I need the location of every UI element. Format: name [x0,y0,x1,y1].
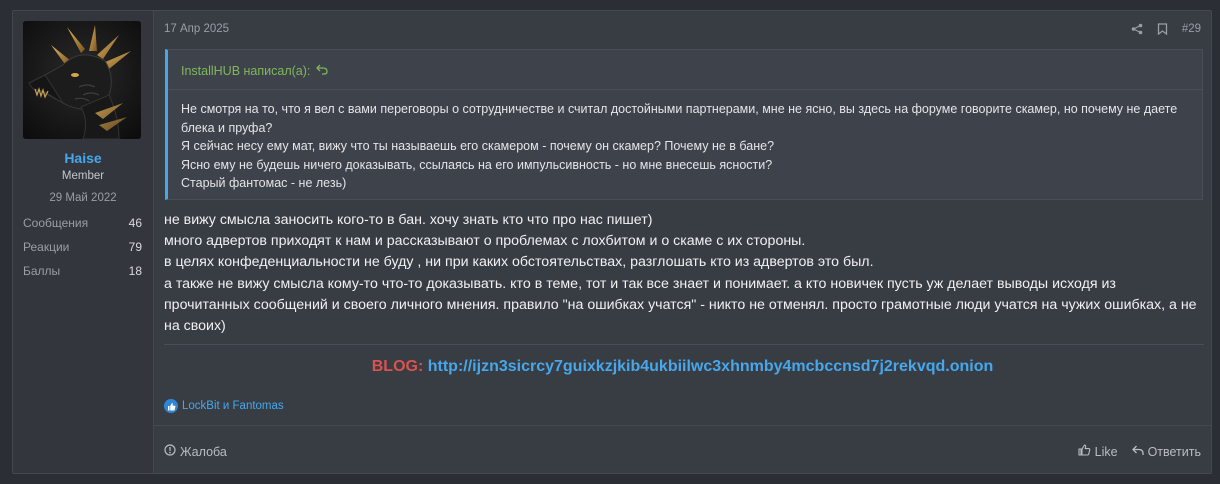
stat-label: Сообщения [23,216,89,230]
bookmark-icon[interactable] [1157,23,1168,35]
post-number[interactable]: #29 [1182,23,1201,35]
reply-button[interactable]: Ответить [1131,444,1201,459]
quote-line: Ясно ему не будешь ничего доказывать, сс… [181,157,773,172]
share-icon[interactable] [1131,23,1143,35]
like-label: Like [1094,444,1118,459]
message-body: не вижу смысла заносить кого-то в бан. х… [164,210,1204,337]
join-date: 29 Май 2022 [49,192,117,204]
reactions-bar[interactable]: LockBit и Fantomas [164,399,284,413]
quote-body: Не смотря на то, что я вел с вами перего… [181,100,1191,193]
stat-value: 46 [128,216,142,230]
avatar[interactable] [23,21,141,139]
post-date[interactable]: 17 Апр 2025 [164,23,229,35]
stat-label: Реакции [23,240,70,254]
quote-line: Я сейчас несу ему мат, вижу что ты назыв… [181,139,775,153]
report-icon [164,444,176,459]
user-info-panel: Haise Member 29 Май 2022 Сообщения 46 Ре… [13,11,154,473]
message-line: а также не вижу смысла кому-то что-то до… [164,275,1201,335]
report-label: Жалоба [180,444,227,459]
stat-messages: Сообщения 46 [23,216,142,230]
quote-divider [168,89,1202,90]
like-button[interactable]: Like [1078,444,1118,459]
stat-value: 79 [128,240,142,254]
signature-link[interactable]: http://ijzn3sicrcy7guixkzjkib4ukbiilwc3x… [428,358,994,375]
quote-line: Не смотря на то, что я вел с вами перего… [181,102,1181,135]
quote-author[interactable]: InstallHUB написал(а): [181,64,310,78]
signature-label: BLOG: [371,358,424,375]
report-button[interactable]: Жалоба [164,444,227,459]
footer-divider [154,425,1211,426]
post-main: 17 Апр 2025 #29 InstallHUB написал(а): Н… [154,11,1211,473]
stat-reactions: Реакции 79 [23,240,142,254]
reactions-users[interactable]: LockBit и Fantomas [182,400,284,412]
stat-points: Баллы 18 [23,264,142,278]
message-line: не вижу смысла заносить кого-то в бан. х… [164,212,653,228]
stat-value: 18 [128,264,142,278]
message-line: много адвертов приходят к нам и рассказы… [164,233,806,250]
quote-attribution[interactable]: InstallHUB написал(а): [181,64,329,78]
like-reaction-icon [164,399,178,413]
username[interactable]: Haise [13,150,153,166]
quote-block: InstallHUB написал(а): Не смотря на то, … [165,49,1203,200]
user-title: Member [61,170,105,182]
reply-label: Ответить [1147,444,1201,459]
message-line: в целях конфеденциальности не буду , ни … [164,254,874,271]
post-header-actions: #29 [1131,23,1201,35]
forum-post: Haise Member 29 Май 2022 Сообщения 46 Ре… [12,10,1212,474]
quote-jump-icon[interactable] [316,64,329,78]
signature-divider [164,344,1204,345]
quote-line: Старый фантомас - не лезь) [181,176,347,190]
stat-label: Баллы [23,264,61,278]
reply-icon [1131,445,1144,459]
dragon-avatar-icon [23,21,141,139]
post-actions: Like Ответить [1078,444,1201,459]
signature: BLOG: http://ijzn3sicrcy7guixkzjkib4ukbi… [154,358,1211,376]
thumbs-up-icon [1078,444,1091,459]
